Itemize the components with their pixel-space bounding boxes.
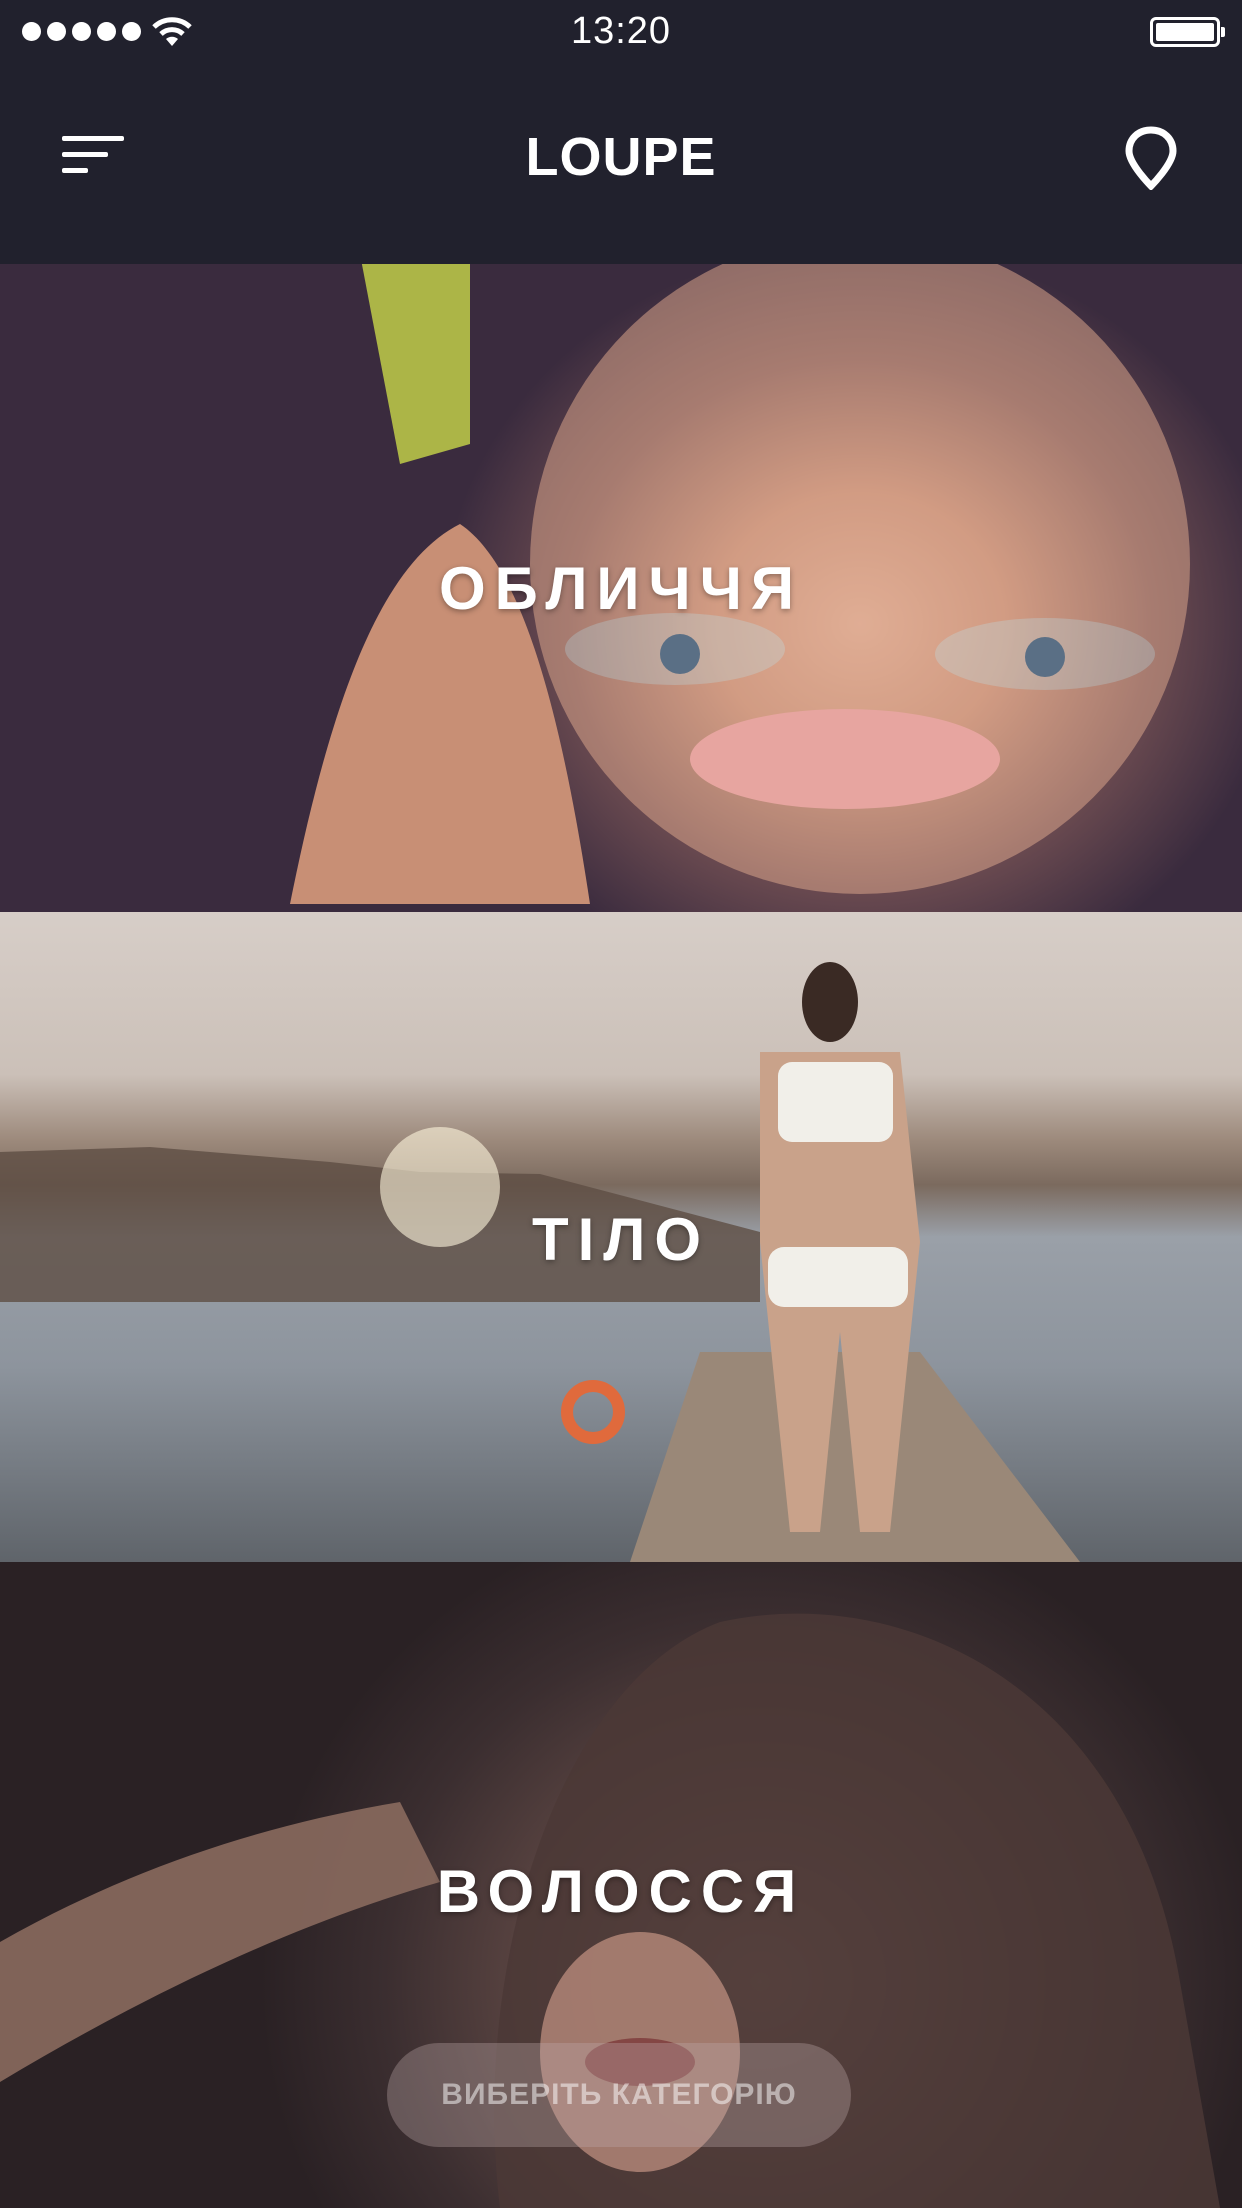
category-label: ТІЛО (531, 1206, 711, 1273)
navigation-bar: LOUPE (0, 64, 1242, 264)
select-category-button[interactable]: ВИБЕРІТЬ КАТЕГОРІЮ (387, 2043, 851, 2147)
category-label: ОБЛИЧЧЯ (439, 555, 803, 622)
category-body[interactable]: ТІЛО (0, 912, 1242, 1562)
category-label: ВОЛОССЯ (436, 1858, 806, 1925)
app-title: LOUPE (525, 127, 717, 187)
status-time: 13:20 (570, 10, 672, 52)
battery-icon (1150, 17, 1225, 47)
status-bar: 13:20 (0, 0, 1242, 64)
location-pin-icon[interactable] (1124, 126, 1178, 190)
category-face[interactable]: ОБЛИЧЧЯ (0, 264, 1242, 912)
